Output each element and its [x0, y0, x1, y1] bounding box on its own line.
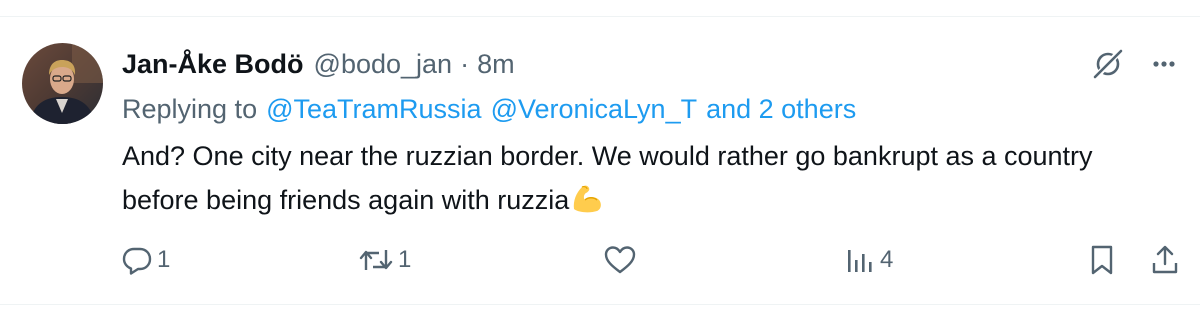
- repost-button[interactable]: 1: [358, 238, 411, 282]
- grok-button[interactable]: [1086, 44, 1130, 88]
- like-button[interactable]: [603, 238, 641, 282]
- tweet-text: And? One city near the ruzzian border. W…: [122, 141, 1093, 215]
- views-count: 4: [880, 246, 894, 273]
- more-icon: [1149, 49, 1179, 84]
- reply-button[interactable]: 1: [121, 238, 170, 282]
- grok-icon: [1091, 47, 1125, 86]
- more-options-button[interactable]: [1142, 44, 1186, 88]
- share-button[interactable]: [1150, 238, 1180, 282]
- like-icon: [603, 244, 637, 276]
- reply-icon: [121, 244, 153, 276]
- mention-teatramrussia[interactable]: @TeaTramRussia: [266, 94, 481, 125]
- repost-count: 1: [398, 246, 412, 273]
- bookmark-button[interactable]: [1087, 238, 1117, 282]
- reply-count: 1: [157, 246, 171, 273]
- mention-others[interactable]: and 2 others: [706, 94, 856, 125]
- views-button[interactable]: 4: [846, 238, 893, 282]
- mention-veronicalyn[interactable]: @VeronicaLyn_T: [491, 94, 698, 125]
- tweet-body: And? One city near the ruzzian border. W…: [122, 134, 1152, 222]
- timestamp[interactable]: 8m: [477, 49, 515, 80]
- avatar[interactable]: [22, 43, 103, 124]
- repost-icon: [358, 244, 394, 276]
- views-icon: [846, 244, 876, 276]
- replying-to-label: Replying to: [122, 93, 258, 124]
- display-name[interactable]: Jan-Åke Bodö: [122, 49, 304, 80]
- flexed-biceps-emoji: [569, 179, 605, 215]
- action-bar: 1 1 4: [0, 238, 1200, 282]
- bottom-divider: [0, 304, 1200, 305]
- replying-to-line: Replying to @TeaTramRussia @VeronicaLyn_…: [122, 89, 856, 129]
- top-divider: [0, 16, 1200, 17]
- tweet-header: Jan-Åke Bodö @bodo_jan · 8m: [122, 44, 515, 84]
- share-icon: [1150, 244, 1180, 276]
- header-separator: ·: [460, 48, 470, 79]
- bookmark-icon: [1087, 244, 1117, 276]
- tweet-page: Jan-Åke Bodö @bodo_jan · 8m Replying to …: [0, 0, 1200, 312]
- user-handle[interactable]: @bodo_jan: [314, 49, 453, 80]
